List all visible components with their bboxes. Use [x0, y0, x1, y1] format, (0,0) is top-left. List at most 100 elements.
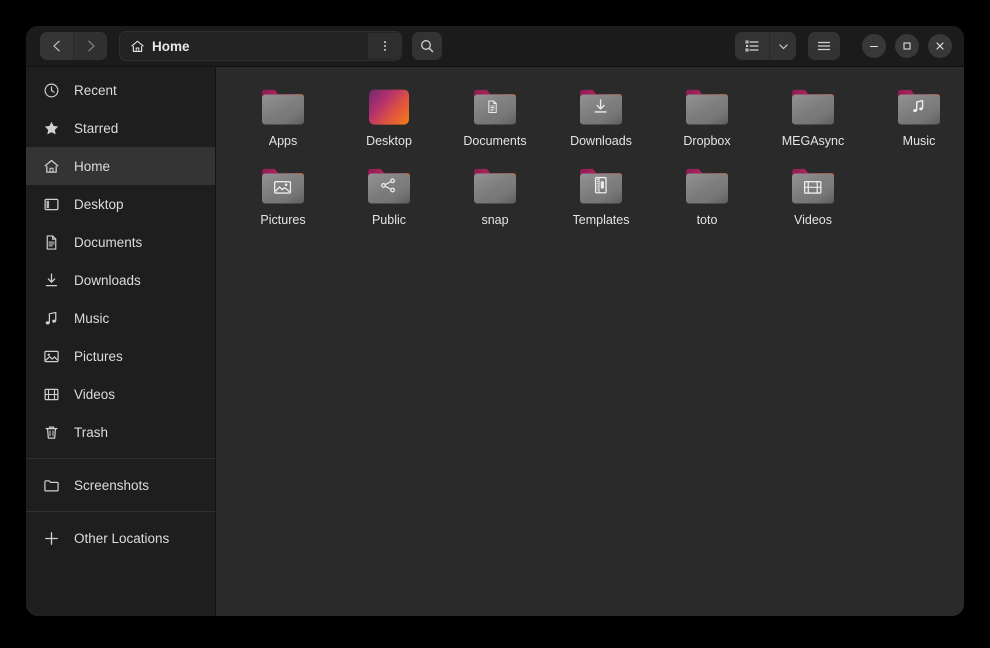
file-item[interactable]: MEGAsync	[760, 81, 866, 154]
sidebar-item-pictures[interactable]: Pictures	[26, 337, 215, 375]
clock-icon	[43, 82, 60, 99]
hamburger-menu-icon	[816, 38, 832, 54]
sidebar-item-label: Music	[74, 311, 109, 326]
trash-icon	[43, 424, 60, 441]
file-item[interactable]: Apps	[230, 81, 336, 154]
file-item[interactable]: Music	[866, 81, 964, 154]
picture-icon	[43, 348, 60, 365]
file-item-label: snap	[481, 213, 508, 227]
file-item-label: Dropbox	[683, 134, 730, 148]
document-icon	[43, 234, 60, 251]
file-manager-window: Home	[26, 26, 964, 616]
close-icon	[934, 40, 946, 52]
file-item[interactable]: snap	[442, 160, 548, 233]
close-button[interactable]	[928, 34, 952, 58]
chevron-right-icon	[84, 39, 98, 53]
file-item-label: Music	[903, 134, 936, 148]
file-item[interactable]: Public	[336, 160, 442, 233]
folder-icon	[788, 164, 838, 208]
search-icon	[419, 38, 435, 54]
folder-icon	[470, 85, 520, 129]
view-options-dropdown[interactable]	[769, 32, 796, 60]
file-grid: Apps Desktop DocumentsDownloads Dropbox MEGA…	[226, 81, 954, 233]
home-icon	[130, 39, 145, 54]
maximize-button[interactable]	[895, 34, 919, 58]
minimize-icon	[868, 40, 880, 52]
file-item-label: Templates	[573, 213, 630, 227]
breadcrumb-home[interactable]: Home	[120, 33, 368, 59]
sidebar-item-label: Videos	[74, 387, 115, 402]
file-item[interactable]: Desktop	[336, 81, 442, 154]
sidebar-item-label: Screenshots	[74, 478, 149, 493]
header-bar: Home	[26, 26, 964, 67]
desktop-folder-icon	[364, 85, 414, 129]
sidebar-item-documents[interactable]: Documents	[26, 223, 215, 261]
sidebar-item-label: Downloads	[74, 273, 141, 288]
sidebar-item-downloads[interactable]: Downloads	[26, 261, 215, 299]
window-controls	[862, 34, 952, 58]
file-item-label: Public	[372, 213, 406, 227]
maximize-icon	[901, 40, 913, 52]
kebab-menu-icon	[378, 39, 392, 53]
back-button[interactable]	[40, 32, 73, 60]
file-item[interactable]: Templates	[548, 160, 654, 233]
minimize-button[interactable]	[862, 34, 886, 58]
folder-icon	[364, 164, 414, 208]
file-item-label: Desktop	[366, 134, 412, 148]
list-view-icon	[744, 38, 760, 54]
sidebar-item-trash[interactable]: Trash	[26, 413, 215, 451]
sidebar-item-label: Recent	[74, 83, 117, 98]
path-bar: Home	[119, 31, 402, 61]
sidebar-item-starred[interactable]: Starred	[26, 109, 215, 147]
folder-icon	[788, 85, 838, 129]
plus-icon	[43, 530, 60, 547]
sidebar-item-label: Trash	[74, 425, 108, 440]
folder-icon	[682, 85, 732, 129]
folder-icon	[894, 85, 944, 129]
home-icon	[43, 158, 60, 175]
view-list-button[interactable]	[735, 32, 769, 60]
folder-icon	[470, 164, 520, 208]
sidebar-item-videos[interactable]: Videos	[26, 375, 215, 413]
forward-button[interactable]	[73, 32, 107, 60]
file-item[interactable]: Pictures	[230, 160, 336, 233]
sidebar-item-home[interactable]: Home	[26, 147, 215, 185]
file-item[interactable]: Documents	[442, 81, 548, 154]
download-icon	[43, 272, 60, 289]
file-item-label: Apps	[269, 134, 298, 148]
video-icon	[43, 386, 60, 403]
sidebar-separator	[26, 458, 215, 459]
sidebar-item-screenshots[interactable]: Screenshots	[26, 466, 215, 504]
view-mode-group	[735, 32, 796, 60]
folder-icon	[43, 477, 60, 494]
main-menu-button[interactable]	[808, 32, 840, 60]
file-item[interactable]: Downloads	[548, 81, 654, 154]
sidebar-item-other-locations[interactable]: Other Locations	[26, 519, 215, 557]
sidebar-item-label: Other Locations	[74, 531, 169, 546]
sidebar-item-label: Starred	[74, 121, 118, 136]
sidebar-item-recent[interactable]: Recent	[26, 71, 215, 109]
file-item-label: toto	[697, 213, 718, 227]
navigation-buttons	[40, 32, 107, 60]
file-item[interactable]: Dropbox	[654, 81, 760, 154]
sidebar-item-desktop[interactable]: Desktop	[26, 185, 215, 223]
file-item-label: Videos	[794, 213, 832, 227]
file-item-label: MEGAsync	[782, 134, 845, 148]
file-item[interactable]: Videos	[760, 160, 866, 233]
search-button[interactable]	[412, 32, 442, 60]
sidebar-item-music[interactable]: Music	[26, 299, 215, 337]
chevron-down-icon	[777, 40, 790, 53]
folder-icon	[576, 164, 626, 208]
sidebar-item-label: Home	[74, 159, 110, 174]
path-options-button[interactable]	[368, 33, 401, 59]
sidebar: Recent Starred Home Desktop Documents Downloa…	[26, 67, 216, 616]
file-item[interactable]: toto	[654, 160, 760, 233]
file-content-area[interactable]: Apps Desktop DocumentsDownloads Dropbox MEGA…	[216, 67, 964, 616]
folder-icon	[682, 164, 732, 208]
folder-icon	[258, 85, 308, 129]
music-icon	[43, 310, 60, 327]
window-body: RecentStarredHomeDesktopDocumentsDownloa…	[26, 67, 964, 616]
sidebar-separator	[26, 511, 215, 512]
star-icon	[43, 120, 60, 137]
sidebar-item-label: Desktop	[74, 197, 124, 212]
